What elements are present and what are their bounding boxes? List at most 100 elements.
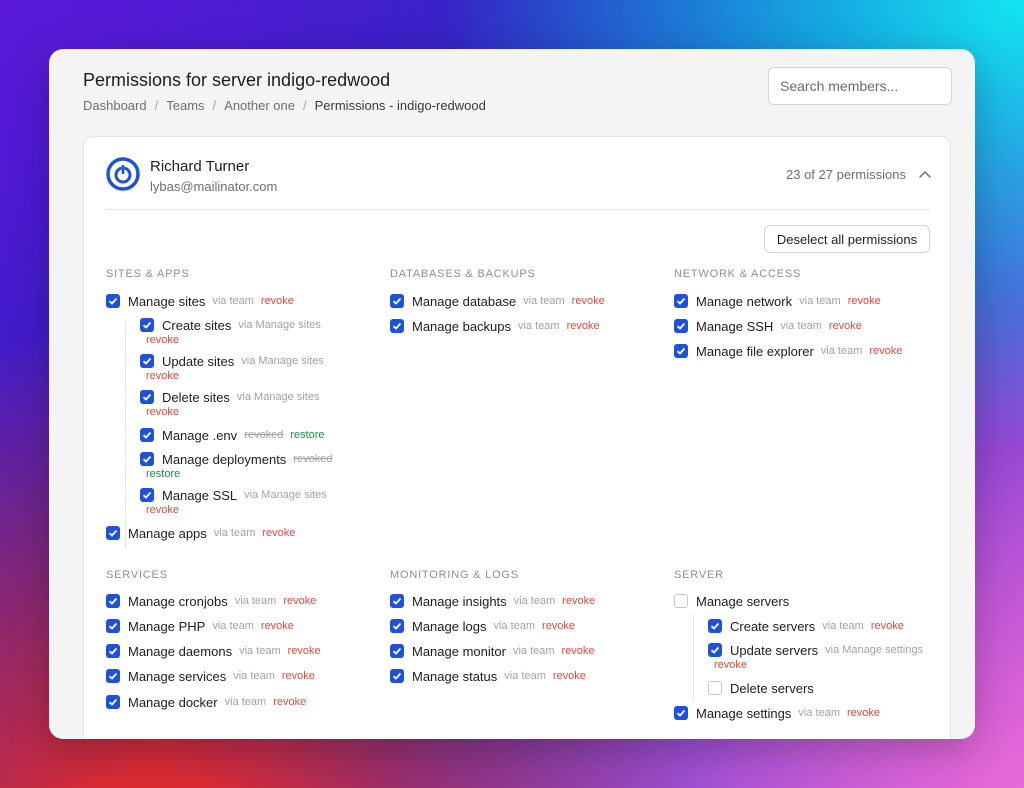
perm-create-servers: Create servers via team revoke xyxy=(708,617,904,635)
revoke-link[interactable]: revoke xyxy=(847,707,880,719)
checkbox-manage-network[interactable] xyxy=(674,294,688,308)
checkbox-manage-status[interactable] xyxy=(390,669,404,683)
perm-manage-apps: Manage apps via team revoke xyxy=(106,524,295,542)
revoke-link[interactable]: revoke xyxy=(261,295,294,307)
revoke-link[interactable]: revoke xyxy=(261,620,294,632)
revoke-link[interactable]: revoke xyxy=(848,295,881,307)
breadcrumb-separator: / xyxy=(154,98,159,113)
checkbox-manage-daemons[interactable] xyxy=(106,644,120,658)
checkbox-manage-insights[interactable] xyxy=(390,594,404,608)
checkbox-delete-sites[interactable] xyxy=(140,390,154,404)
section-title-databases: DATABASES & BACKUPS xyxy=(390,268,536,280)
revoke-link[interactable]: revoke xyxy=(562,595,595,607)
checkbox-manage-ssl[interactable] xyxy=(140,488,154,502)
restore-link[interactable]: restore xyxy=(290,429,324,441)
section-title-monitoring: MONITORING & LOGS xyxy=(390,569,519,581)
revoke-link[interactable]: revoke xyxy=(553,670,586,682)
chevron-up-icon[interactable] xyxy=(918,168,932,180)
revoke-link[interactable]: revoke xyxy=(282,670,315,682)
revoke-link[interactable]: revoke xyxy=(871,620,904,632)
breadcrumb-team[interactable]: Another one xyxy=(224,98,295,113)
revoke-link[interactable]: revoke xyxy=(869,345,902,357)
checkbox-manage-file-explorer[interactable] xyxy=(674,344,688,358)
perm-manage-network: Manage network via team revoke xyxy=(674,292,881,310)
perm-manage-monitor: Manage monitor via team revoke xyxy=(390,642,595,660)
checkbox-manage-sites[interactable] xyxy=(106,294,120,308)
perm-update-servers: Update servers via Manage settings xyxy=(708,641,923,659)
checkbox-update-servers[interactable] xyxy=(708,643,722,657)
revoke-link[interactable]: revoke xyxy=(567,320,600,332)
perm-manage-settings: Manage settings via team revoke xyxy=(674,704,880,722)
checkbox-manage-database[interactable] xyxy=(390,294,404,308)
revoke-link[interactable]: revoke xyxy=(146,334,179,346)
perm-manage-php: Manage PHP via team revoke xyxy=(106,617,294,635)
divider xyxy=(106,209,930,210)
checkbox-manage-ssh[interactable] xyxy=(674,319,688,333)
revoke-link[interactable]: revoke xyxy=(146,504,179,516)
breadcrumb: Dashboard / Teams / Another one / Permis… xyxy=(83,98,486,113)
checkbox-delete-servers[interactable] xyxy=(708,681,722,695)
revoke-link[interactable]: revoke xyxy=(146,406,179,418)
perm-delete-servers: Delete servers xyxy=(708,679,814,697)
perm-manage-ssl: Manage SSL via Manage sites xyxy=(140,486,327,504)
member-email: lybas@mailinator.com xyxy=(150,179,278,194)
perm-delete-sites: Delete sites via Manage sites xyxy=(140,388,319,406)
search-input[interactable] xyxy=(768,67,952,105)
checkbox-manage-backups[interactable] xyxy=(390,319,404,333)
checkbox-manage-apps[interactable] xyxy=(106,526,120,540)
perm-manage-backups: Manage backups via team revoke xyxy=(390,317,600,335)
checkbox-manage-monitor[interactable] xyxy=(390,644,404,658)
page-title: Permissions for server indigo-redwood xyxy=(83,70,391,90)
section-title-services: SERVICES xyxy=(106,569,168,581)
checkbox-manage-settings[interactable] xyxy=(674,706,688,720)
nested-guide-line xyxy=(693,615,694,699)
checkbox-update-sites[interactable] xyxy=(140,354,154,368)
perm-update-sites: Update sites via Manage sites xyxy=(140,352,324,370)
checkbox-create-servers[interactable] xyxy=(708,619,722,633)
breadcrumb-current: Permissions - indigo-redwood xyxy=(314,98,486,113)
revoke-link[interactable]: revoke xyxy=(542,620,575,632)
breadcrumb-teams[interactable]: Teams xyxy=(166,98,204,113)
section-title-network: NETWORK & ACCESS xyxy=(674,268,802,280)
perm-manage-sites: Manage sites via team revoke xyxy=(106,292,294,310)
checkbox-manage-services[interactable] xyxy=(106,669,120,683)
checkbox-manage-logs[interactable] xyxy=(390,619,404,633)
restore-link[interactable]: restore xyxy=(146,468,180,480)
breadcrumb-dashboard[interactable]: Dashboard xyxy=(83,98,147,113)
checkbox-manage-deployments[interactable] xyxy=(140,452,154,466)
revoke-link[interactable]: revoke xyxy=(273,696,306,708)
revoke-link[interactable]: revoke xyxy=(146,370,179,382)
avatar xyxy=(106,157,140,191)
perm-manage-cronjobs: Manage cronjobs via team revoke xyxy=(106,592,316,610)
checkbox-manage-cronjobs[interactable] xyxy=(106,594,120,608)
perm-manage-ssh: Manage SSH via team revoke xyxy=(674,317,862,335)
perm-manage-insights: Manage insights via team revoke xyxy=(390,592,595,610)
revoke-link[interactable]: revoke xyxy=(283,595,316,607)
breadcrumb-separator: / xyxy=(212,98,217,113)
checkbox-create-sites[interactable] xyxy=(140,318,154,332)
perm-manage-database: Manage database via team revoke xyxy=(390,292,605,310)
checkbox-manage-php[interactable] xyxy=(106,619,120,633)
revoke-link[interactable]: revoke xyxy=(288,645,321,657)
revoke-link[interactable]: revoke xyxy=(572,295,605,307)
member-card: Richard Turner lybas@mailinator.com 23 o… xyxy=(83,136,951,739)
nested-guide-line xyxy=(125,319,126,549)
deselect-all-button[interactable]: Deselect all permissions xyxy=(764,225,930,253)
perm-manage-logs: Manage logs via team revoke xyxy=(390,617,575,635)
revoke-link[interactable]: revoke xyxy=(829,320,862,332)
member-name: Richard Turner xyxy=(150,158,250,175)
perm-manage-servers: Manage servers xyxy=(674,592,789,610)
revoke-link[interactable]: revoke xyxy=(714,659,747,671)
perm-manage-services: Manage services via team revoke xyxy=(106,667,315,685)
revoke-link[interactable]: revoke xyxy=(562,645,595,657)
perm-manage-docker: Manage docker via team revoke xyxy=(106,693,306,711)
permission-count: 23 of 27 permissions xyxy=(786,167,906,182)
revoke-link[interactable]: revoke xyxy=(262,527,295,539)
checkbox-manage-servers[interactable] xyxy=(674,594,688,608)
breadcrumb-separator: / xyxy=(303,98,307,113)
section-title-server: SERVER xyxy=(674,569,724,581)
checkbox-manage-env[interactable] xyxy=(140,428,154,442)
perm-manage-file-explorer: Manage file explorer via team revoke xyxy=(674,342,902,360)
perm-manage-env: Manage .env revoked restore xyxy=(140,426,325,444)
checkbox-manage-docker[interactable] xyxy=(106,695,120,709)
